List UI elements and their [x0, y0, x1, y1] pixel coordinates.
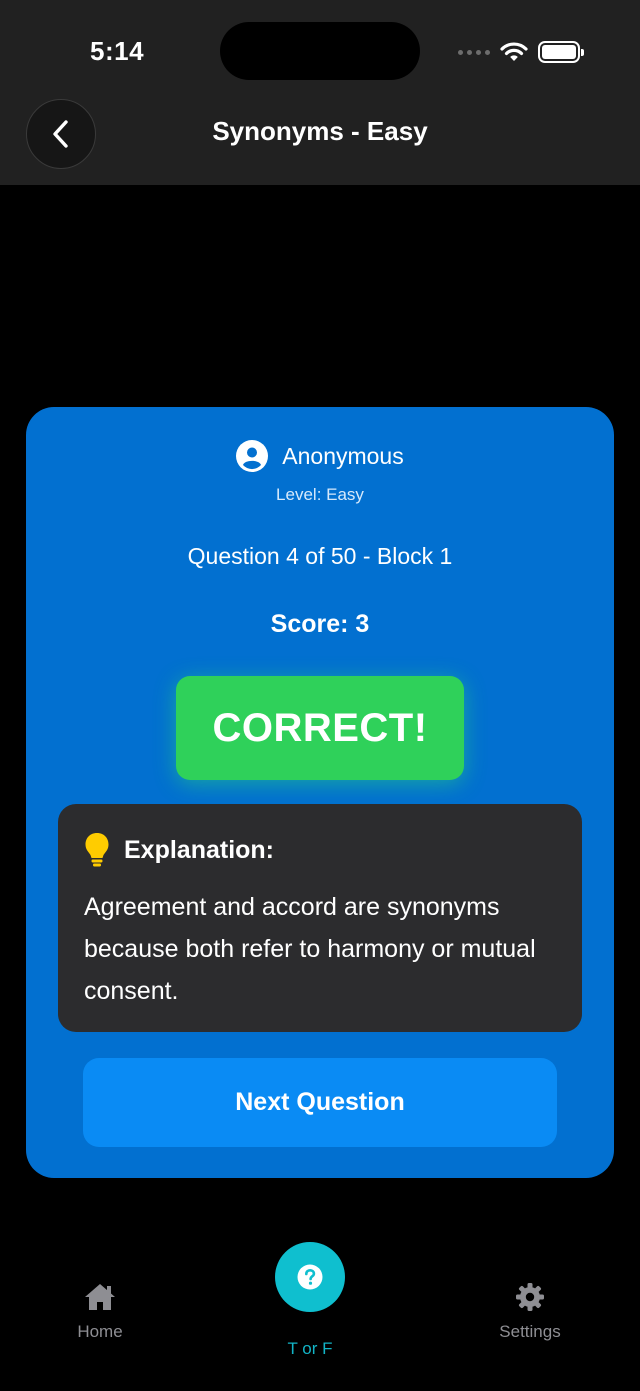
status-icons	[458, 38, 584, 66]
tab-settings[interactable]: Settings	[480, 1282, 580, 1342]
result-text: CORRECT!	[212, 705, 428, 750]
screen: 5:14 Synonyms - Easy Anonymous Level: Ea…	[0, 0, 640, 1391]
status-time: 5:14	[90, 36, 145, 66]
page-title: Synonyms - Easy	[212, 116, 428, 146]
user-row: Anonymous	[0, 440, 640, 472]
tab-center-button[interactable]	[275, 1242, 345, 1312]
explanation-header: Explanation:	[84, 832, 274, 868]
wifi-icon	[500, 42, 528, 61]
battery-icon	[538, 41, 584, 63]
question-icon	[297, 1264, 323, 1290]
result-badge: CORRECT!	[176, 676, 464, 780]
question-counter: Question 4 of 50 - Block 1	[187, 543, 453, 569]
user-name: Anonymous	[282, 442, 404, 469]
home-icon	[85, 1284, 115, 1310]
dynamic-island	[220, 22, 420, 80]
tab-true-or-false[interactable]: T or F	[260, 1242, 360, 1359]
gear-icon	[516, 1283, 544, 1311]
tab-settings-label: Settings	[499, 1322, 561, 1341]
tab-home-label: Home	[77, 1322, 123, 1341]
tab-true-or-false-label: T or F	[287, 1339, 333, 1358]
user-avatar-icon	[236, 440, 269, 472]
next-question-button[interactable]: Next Question	[83, 1058, 557, 1147]
explanation-text: Agreement and accord are synonyms becaus…	[84, 893, 536, 1005]
lightbulb-icon	[85, 833, 109, 867]
tab-home[interactable]: Home	[50, 1282, 150, 1342]
level-label: Level: Easy	[276, 485, 364, 504]
header: 5:14 Synonyms - Easy	[0, 0, 640, 185]
score-label: Score: 3	[270, 610, 370, 638]
explanation-label: Explanation:	[124, 835, 275, 864]
signal-icon	[458, 49, 490, 55]
